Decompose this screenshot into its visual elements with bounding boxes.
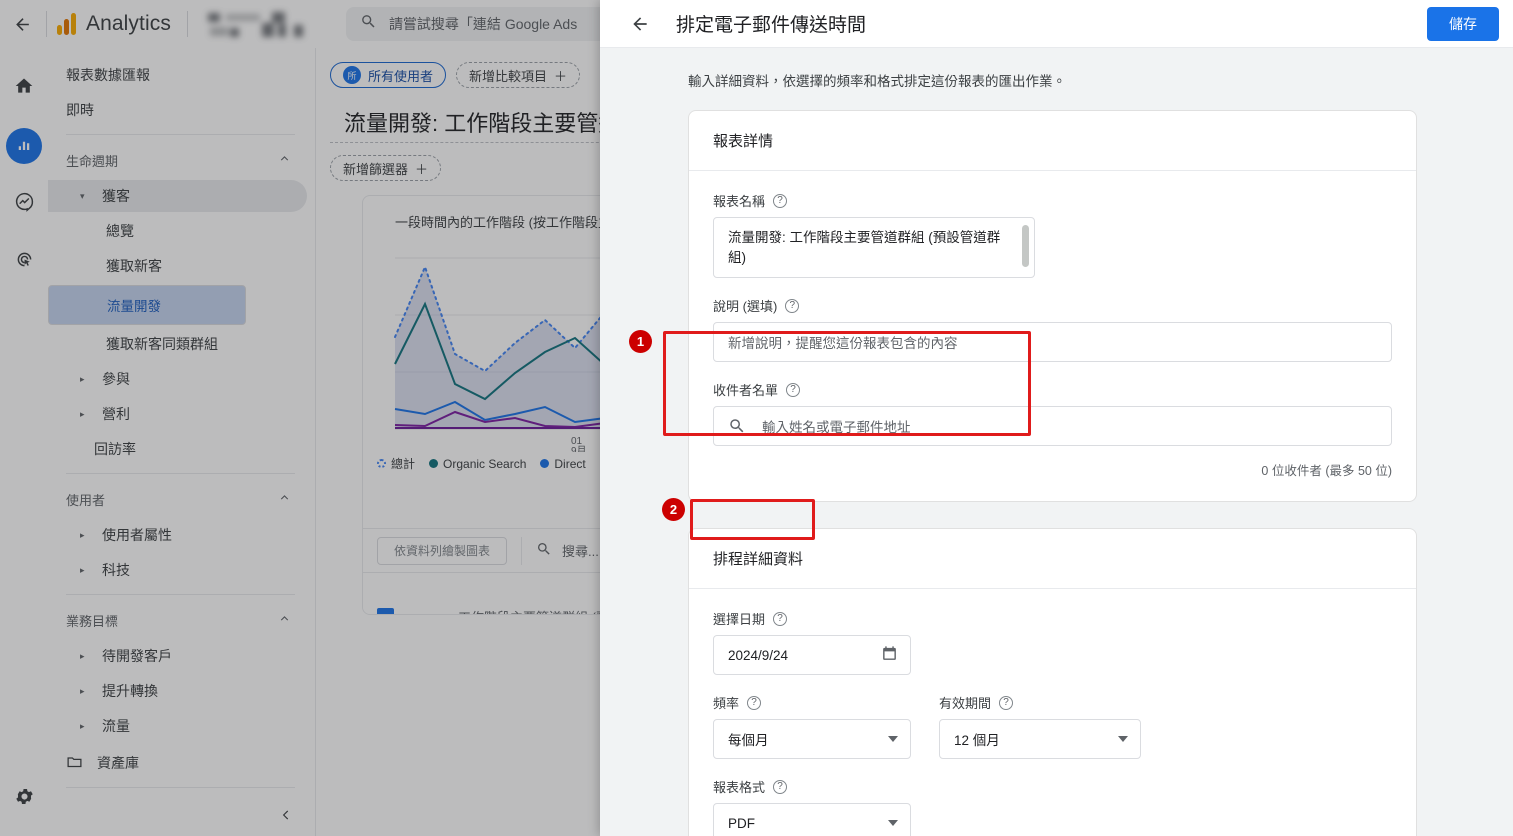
chevron-down-icon — [1118, 736, 1128, 743]
frequency-select[interactable]: 每個月 — [713, 719, 911, 760]
description-placeholder: 新增說明，提醒您這份報表包含的內容 — [728, 336, 958, 352]
date-group: 選擇日期 ? 2024/9/24 — [713, 609, 1392, 676]
date-label-row: 選擇日期 ? — [713, 609, 1392, 628]
report-details-card: 報表詳情 報表名稱 ? 流量開發: 工作階段主要管道群組 (預設管道群組) 說明… — [688, 110, 1417, 503]
report-name-group: 報表名稱 ? 流量開發: 工作階段主要管道群組 (預設管道群組) — [713, 191, 1392, 279]
format-value: PDF — [728, 815, 755, 831]
recipients-label: 收件者名單 — [713, 383, 779, 399]
panel-description: 輸入詳細資料，依選擇的頻率和格式排定這份報表的匯出作業。 — [688, 74, 1066, 89]
format-select[interactable]: PDF — [713, 803, 911, 836]
schedule-details-body: 選擇日期 ? 2024/9/24 頻率 ? 每個月 有效期間 ? 12 個月 報… — [689, 589, 1416, 836]
date-input[interactable]: 2024/9/24 — [713, 635, 911, 676]
help-icon[interactable]: ? — [786, 382, 801, 397]
help-icon[interactable]: ? — [773, 779, 788, 794]
report-name-label-row: 報表名稱 ? — [713, 191, 1392, 210]
schedule-email-panel: 排定電子郵件傳送時間 儲存 輸入詳細資料，依選擇的頻率和格式排定這份報表的匯出作… — [600, 0, 1513, 836]
frequency-label: 頻率 — [713, 696, 740, 712]
recipients-group: 收件者名單 ? 輸入姓名或電子郵件地址 0 位收件者 (最多 50 位) — [713, 380, 1392, 479]
recipients-counter: 0 位收件者 (最多 50 位) — [1261, 464, 1392, 479]
date-value: 2024/9/24 — [728, 647, 789, 663]
report-details-heading: 報表詳情 — [689, 111, 1416, 171]
help-icon[interactable]: ? — [773, 193, 788, 208]
chevron-down-icon — [888, 820, 898, 827]
description-group: 說明 (選填) ? 新增說明，提醒您這份報表包含的內容 — [713, 296, 1392, 363]
recipients-placeholder: 輸入姓名或電子郵件地址 — [762, 420, 911, 436]
format-label: 報表格式 — [713, 780, 766, 796]
format-group: 報表格式 ? PDF — [713, 777, 1392, 836]
description-input[interactable]: 新增說明，提醒您這份報表包含的內容 — [713, 322, 1392, 363]
frequency-value: 每個月 — [728, 733, 769, 749]
search-icon — [728, 417, 746, 435]
report-name-input[interactable]: 流量開發: 工作階段主要管道群組 (預設管道群組) — [713, 217, 1035, 279]
panel-back-icon[interactable] — [626, 10, 654, 38]
help-icon[interactable]: ? — [785, 298, 800, 313]
report-name-value: 流量開發: 工作階段主要管道群組 (預設管道群組) — [728, 230, 1001, 265]
duration-label-row: 有效期間 ? — [939, 693, 1141, 712]
chevron-down-icon — [888, 736, 898, 743]
panel-header: 排定電子郵件傳送時間 儲存 — [600, 0, 1513, 48]
save-button[interactable]: 儲存 — [1427, 6, 1499, 41]
schedule-details-card: 排程詳細資料 選擇日期 ? 2024/9/24 頻率 ? 每個月 有效期間 ? … — [688, 528, 1417, 836]
duration-value: 12 個月 — [954, 733, 1000, 749]
duration-label: 有效期間 — [939, 696, 992, 712]
help-icon[interactable]: ? — [773, 611, 788, 626]
format-label-row: 報表格式 ? — [713, 777, 1392, 796]
help-icon[interactable]: ? — [999, 695, 1014, 710]
screen-root: Analytics 請嘗試搜尋「連結 Google Ads 報表數據匯報 即時 … — [0, 0, 1513, 836]
description-label: 說明 (選填) — [713, 299, 778, 315]
duration-group: 有效期間 ? 12 個月 — [939, 693, 1141, 760]
calendar-icon[interactable] — [881, 645, 898, 665]
frequency-group: 頻率 ? 每個月 — [713, 693, 911, 760]
panel-body: 輸入詳細資料，依選擇的頻率和格式排定這份報表的匯出作業。 報表詳情 報表名稱 ?… — [600, 48, 1513, 836]
report-details-body: 報表名稱 ? 流量開發: 工作階段主要管道群組 (預設管道群組) 說明 (選填)… — [689, 171, 1416, 501]
help-icon[interactable]: ? — [747, 695, 762, 710]
frequency-duration-row: 頻率 ? 每個月 有效期間 ? 12 個月 — [713, 693, 1392, 777]
date-label: 選擇日期 — [713, 612, 766, 628]
scrollbar-thumb[interactable] — [1022, 225, 1029, 267]
duration-select[interactable]: 12 個月 — [939, 719, 1141, 760]
panel-title: 排定電子郵件傳送時間 — [676, 15, 867, 36]
report-name-label: 報表名稱 — [713, 194, 766, 209]
recipients-input[interactable]: 輸入姓名或電子郵件地址 — [713, 406, 1392, 447]
schedule-details-heading: 排程詳細資料 — [689, 529, 1416, 590]
frequency-label-row: 頻率 ? — [713, 693, 911, 712]
recipients-label-row: 收件者名單 ? — [713, 380, 1392, 399]
description-label-row: 說明 (選填) ? — [713, 296, 1392, 315]
